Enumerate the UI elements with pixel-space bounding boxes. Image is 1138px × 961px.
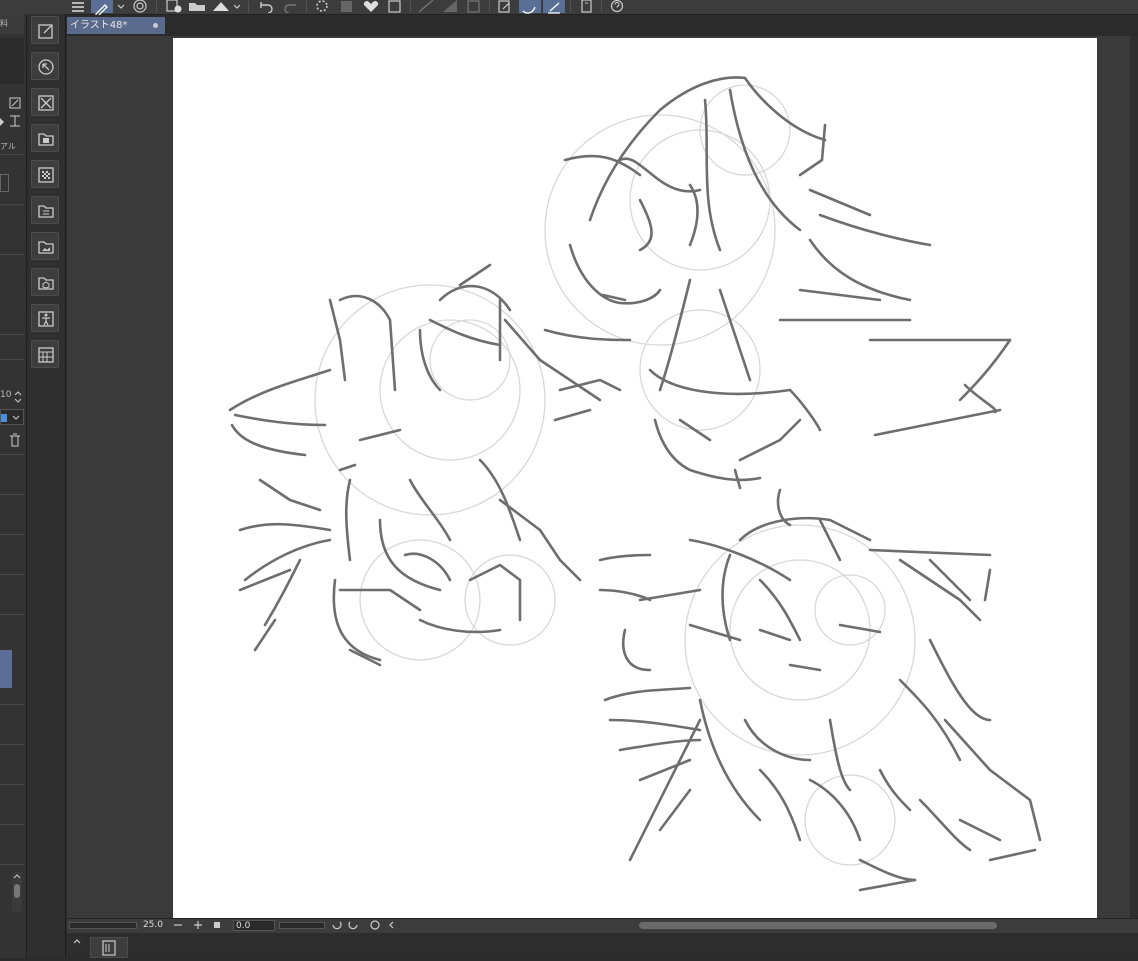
rotation-controls[interactable] <box>329 919 401 932</box>
pen-settings-icon[interactable] <box>91 0 113 17</box>
layer-image-icon[interactable] <box>31 232 59 260</box>
menu-icon[interactable] <box>70 0 86 13</box>
chevron-up-icon[interactable] <box>72 936 82 946</box>
slash-icon[interactable] <box>416 0 436 13</box>
rotation-slider[interactable] <box>279 922 325 929</box>
left-panel-label-top: 料 <box>0 19 8 28</box>
spiral-icon[interactable] <box>130 0 150 13</box>
trash-icon[interactable] <box>8 432 22 448</box>
drawing-canvas[interactable] <box>173 38 1097 918</box>
spinner-icon[interactable] <box>13 390 23 404</box>
phone-icon[interactable] <box>577 0 597 13</box>
selected-layer-row[interactable] <box>0 650 12 688</box>
edit-icon[interactable] <box>495 0 515 13</box>
canvas-status-bar: 25.0 0.0 <box>67 918 1138 933</box>
crop-icon[interactable] <box>385 0 405 13</box>
left-panel-scrollbar[interactable] <box>12 872 22 912</box>
zoom-value[interactable]: 25.0 <box>139 919 163 932</box>
horizontal-scrollbar[interactable] <box>639 922 997 929</box>
sketch-drawing <box>228 76 1042 892</box>
frame-icon[interactable] <box>464 0 484 13</box>
bottom-dock <box>67 933 1138 958</box>
rotate-right-icon <box>348 921 358 930</box>
reset-rotation-icon <box>370 920 380 930</box>
stabilizer-icon[interactable] <box>519 0 541 14</box>
fill-icon[interactable] <box>337 0 357 13</box>
zoom-controls[interactable] <box>170 919 230 932</box>
left-panel-field[interactable] <box>0 174 9 192</box>
guide-circles <box>314 84 916 866</box>
rotate-left-icon <box>332 921 342 930</box>
layer-color-icon[interactable] <box>31 196 59 224</box>
zoom-in-icon <box>194 921 202 929</box>
color-dropdown[interactable] <box>0 409 24 425</box>
zoom-slider[interactable] <box>69 922 137 929</box>
rotation-value[interactable]: 0.0 <box>233 920 275 931</box>
open-folder-icon[interactable] <box>187 0 209 13</box>
transform-icon[interactable] <box>543 0 565 14</box>
new-icon[interactable] <box>163 0 185 13</box>
left-panel-label-mid: アル <box>0 142 16 151</box>
redo-icon[interactable] <box>281 0 301 13</box>
deselect-icon[interactable] <box>31 88 59 116</box>
navigator-icon <box>102 940 116 956</box>
layer-3d-icon[interactable] <box>31 268 59 296</box>
left-palette-panel: 料 アル 10 <box>0 14 27 958</box>
select-arrow-icon[interactable] <box>31 52 59 80</box>
left-panel-buttons[interactable] <box>0 96 24 134</box>
vertical-scrollbar[interactable] <box>1130 36 1138 918</box>
layer-folder-icon[interactable] <box>31 124 59 152</box>
undo-icon[interactable] <box>256 0 276 13</box>
layer-command-column <box>27 14 66 958</box>
layer-grid-icon[interactable] <box>31 340 59 368</box>
canvas-properties-icon[interactable] <box>31 16 59 44</box>
unsaved-dot-icon <box>153 23 158 28</box>
navigator-button[interactable] <box>90 937 128 958</box>
layer-pose-icon[interactable] <box>31 304 59 332</box>
flip-icon <box>389 921 394 929</box>
save-icon[interactable] <box>210 0 240 13</box>
heart-icon[interactable] <box>361 0 381 13</box>
document-tab[interactable]: イラスト48* <box>67 17 165 34</box>
help-icon[interactable] <box>607 0 627 13</box>
fit-icon <box>214 922 220 928</box>
top-toolbar <box>0 0 1138 17</box>
document-tab-title: イラスト48* <box>70 20 128 31</box>
transparency-icon[interactable] <box>31 160 59 188</box>
loading-icon[interactable] <box>312 0 332 13</box>
chevron-down-icon[interactable] <box>116 0 126 13</box>
gradient-icon[interactable] <box>440 0 460 13</box>
